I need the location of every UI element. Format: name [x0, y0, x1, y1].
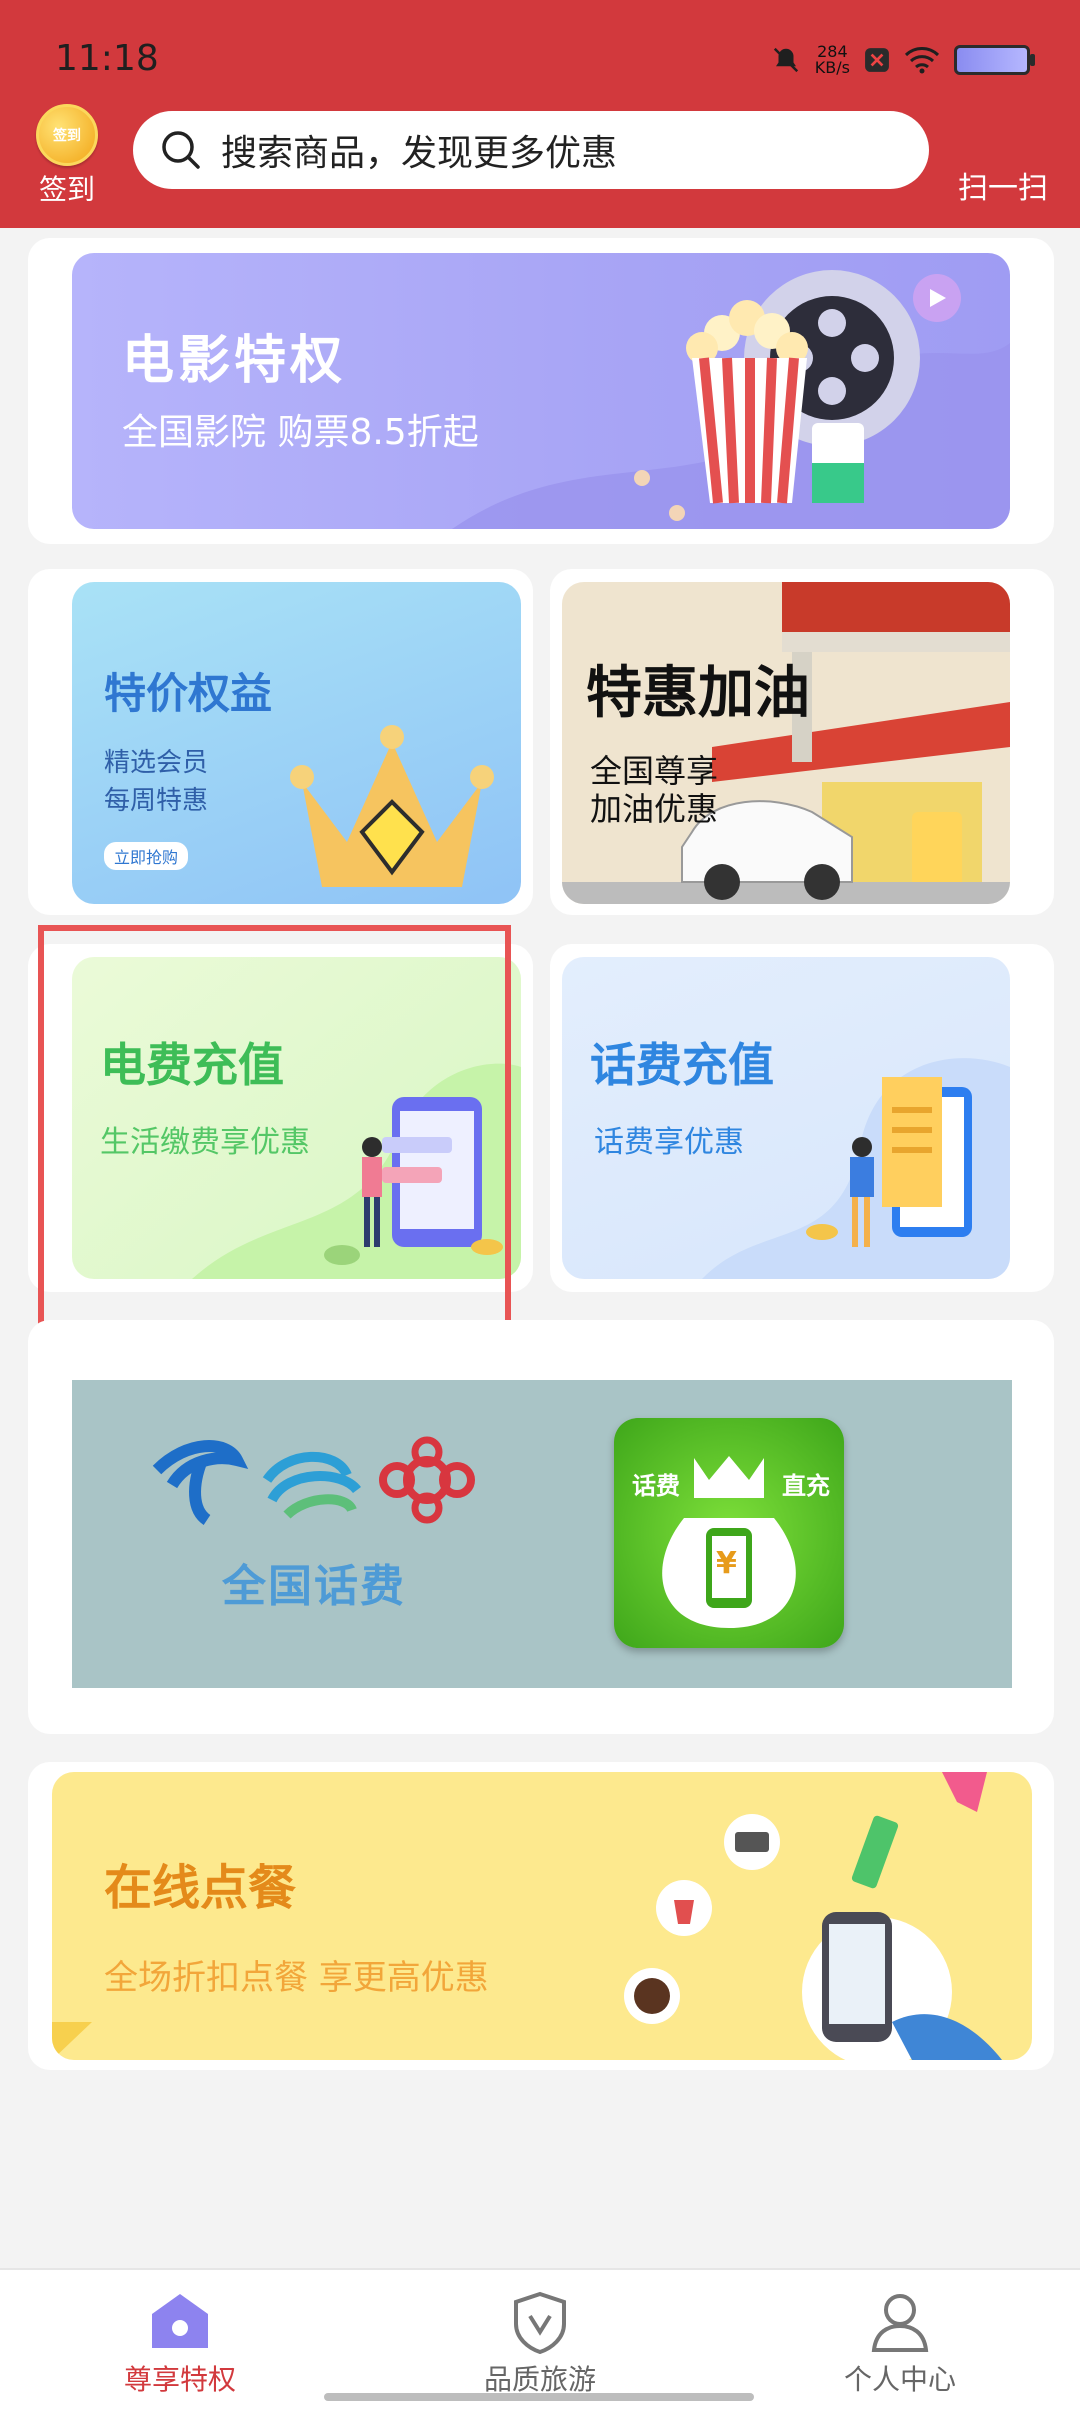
movie-title: 电影特权 [122, 331, 347, 391]
search-input[interactable]: 搜索商品，发现更多优惠 [133, 111, 929, 189]
wifi-icon [904, 47, 940, 74]
tab-travel[interactable]: 品质旅游 [360, 2270, 720, 2410]
bottom-nav: 尊享特权 品质旅游 个人中心 [0, 2268, 1080, 2410]
scan-button[interactable]: 扫一扫 [958, 163, 1048, 207]
popcorn-film-icon [634, 270, 961, 521]
special-line2: 每周特惠 [104, 786, 209, 816]
bag-label-left: 话费 [632, 1472, 680, 1500]
gesture-bar[interactable] [324, 2393, 754, 2401]
carrier-logos-icon [152, 1436, 475, 1525]
tab-travel-label: 品质旅游 [483, 2363, 596, 2396]
national-title: 全国话费 [222, 1561, 406, 1612]
crown-icon [290, 725, 494, 887]
coin-text: 签到 [53, 128, 81, 144]
tab-profile-label: 个人中心 [843, 2363, 956, 2396]
special-banner[interactable]: 特价权益 精选会员 每周特惠 立即抢购 [72, 582, 521, 904]
moneybag-shape [662, 1456, 796, 1628]
coin-icon: 签到 [36, 104, 98, 166]
mute-bell-icon [773, 47, 798, 73]
tab-privileges-label: 尊享特权 [123, 2363, 236, 2396]
search-icon [162, 131, 200, 169]
bag-yuan-symbol: ¥ [716, 1546, 737, 1581]
tab-profile[interactable]: 个人中心 [720, 2270, 1080, 2410]
special-title: 特价权益 [104, 669, 273, 718]
status-bar: 11:18 284 KB/s [0, 0, 1080, 100]
bag-label-right: 直充 [782, 1472, 830, 1500]
national-banner[interactable]: 全国话费 话费 直充 ¥ [72, 1380, 1012, 1688]
fuel-title: 特惠加油 [586, 661, 810, 726]
phone-banner[interactable]: 话费充值 话费享优惠 [562, 957, 1010, 1279]
highlight-box [38, 925, 511, 1335]
fuel-line2: 加油优惠 [590, 790, 719, 828]
special-line1: 精选会员 [104, 748, 209, 778]
status-time: 11:18 [55, 38, 159, 79]
food-title: 在线点餐 [104, 1860, 297, 1916]
app-notification-icon [865, 48, 889, 72]
net-speed: 284 KB/s [815, 44, 850, 76]
phone-subtitle: 话费享优惠 [594, 1125, 744, 1160]
movie-subtitle: 全国影院 购票8.5折起 [122, 412, 479, 453]
signin-button[interactable]: 签到 签到 [32, 104, 102, 208]
special-buy-button[interactable]: 立即抢购 [104, 842, 189, 870]
gas-station-illustration [562, 582, 1010, 904]
net-speed-unit: KB/s [814, 58, 850, 77]
person-icon [871, 2294, 929, 2352]
shield-v-icon [514, 2291, 566, 2354]
fuel-banner[interactable]: 特惠加油 全国尊享 加油优惠 [562, 582, 1010, 904]
movie-banner[interactable]: 电影特权 全国影院 购票8.5折起 [72, 253, 1010, 529]
status-icons: 284 KB/s [771, 38, 1035, 82]
search-placeholder: 搜索商品，发现更多优惠 [221, 133, 618, 174]
food-banner[interactable]: 在线点餐 全场折扣点餐 享更高优惠 [52, 1772, 1032, 2060]
bill-payment-icon [806, 1077, 972, 1247]
phone-title: 话费充值 [590, 1038, 774, 1092]
tab-privileges[interactable]: 尊享特权 [0, 2270, 360, 2410]
food-subtitle: 全场折扣点餐 享更高优惠 [104, 1958, 489, 1998]
moneybag-icon: 话费 直充 ¥ [614, 1418, 844, 1648]
home-icon [152, 2294, 208, 2348]
battery-icon [954, 45, 1035, 75]
signin-label: 签到 [38, 173, 95, 206]
